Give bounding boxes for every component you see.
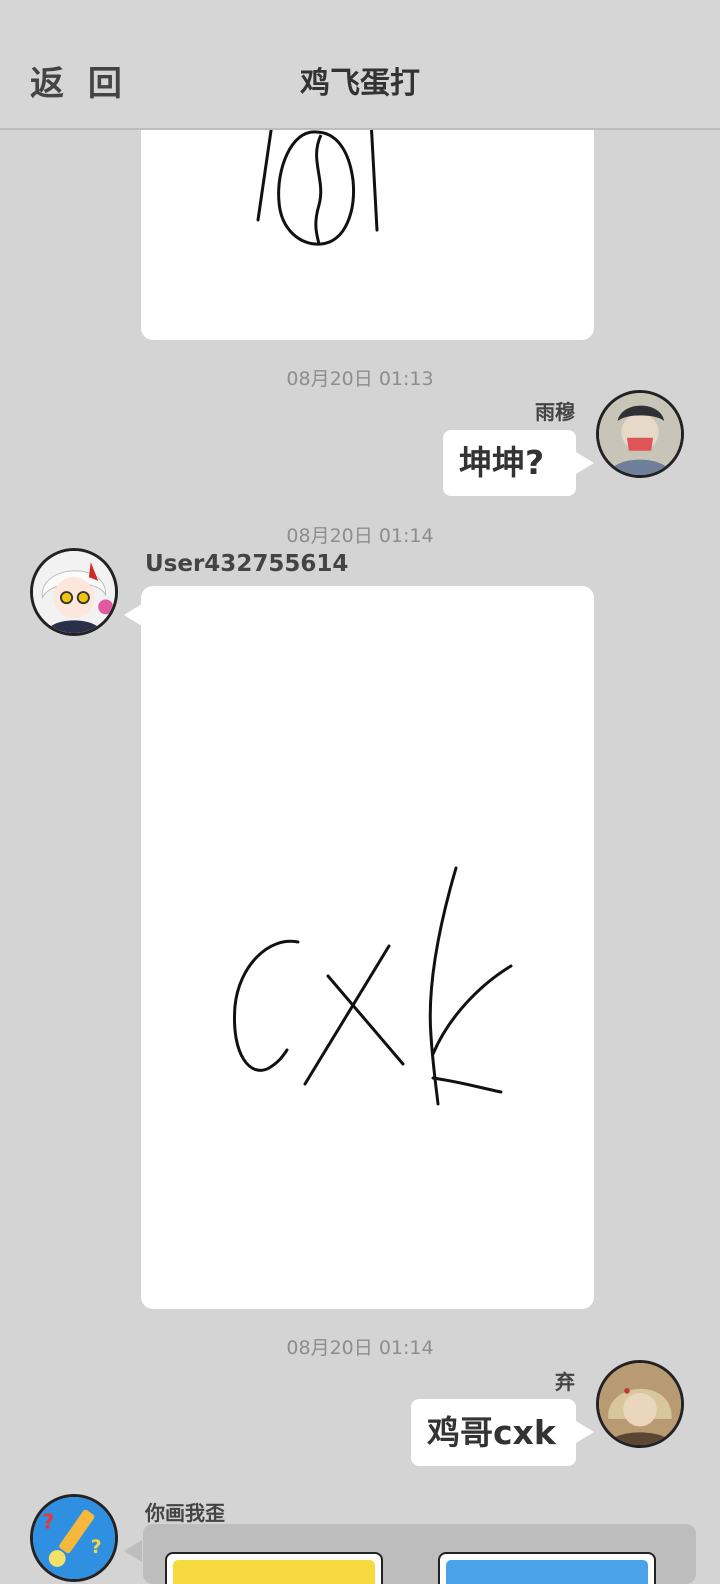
svg-text:?: ? [42, 1510, 54, 1534]
bubble-tail [576, 452, 594, 474]
avatar-anime-white-hair-girl-icon[interactable] [30, 548, 118, 636]
bubble-tail [576, 1421, 594, 1443]
game-option-left[interactable] [165, 1552, 383, 1584]
avatar-blond-person-icon[interactable] [596, 1360, 684, 1448]
chat-bubble[interactable]: 坤坤? [443, 430, 576, 496]
bubble-tail [124, 604, 142, 626]
drawing-message-card[interactable] [141, 110, 594, 340]
message-timestamp: 08月20日 01:13 [286, 368, 434, 390]
sender-name: 你画我歪 [145, 1501, 225, 1525]
game-invite-card[interactable] [143, 1524, 696, 1584]
bubble-tail [124, 1540, 142, 1562]
game-option-fill-yellow [173, 1560, 375, 1584]
sender-name: User432755614 [145, 551, 349, 577]
drawing-101-scribble [256, 110, 379, 246]
avatar-dark-hair-person-icon[interactable] [596, 390, 684, 478]
game-option-fill-blue [446, 1560, 648, 1584]
sender-name: 雨穆 [535, 400, 575, 424]
top-bar: 返 回 鸡飞蛋打 [0, 0, 720, 130]
avatar-pencil-game-logo-icon[interactable]: ? ? [30, 1494, 118, 1582]
chat-bubble[interactable]: 鸡哥cxk [411, 1399, 576, 1466]
drawing-message-card[interactable] [141, 586, 594, 1309]
message-timestamp: 08月20日 01:14 [286, 1337, 434, 1359]
message-timestamp: 08月20日 01:14 [286, 525, 434, 547]
chat-title: 鸡飞蛋打 [300, 66, 420, 101]
game-option-right[interactable] [438, 1552, 656, 1584]
svg-text:?: ? [91, 1537, 102, 1558]
drawing-cxk [232, 866, 513, 1106]
sender-name: 弃 [555, 1370, 575, 1394]
